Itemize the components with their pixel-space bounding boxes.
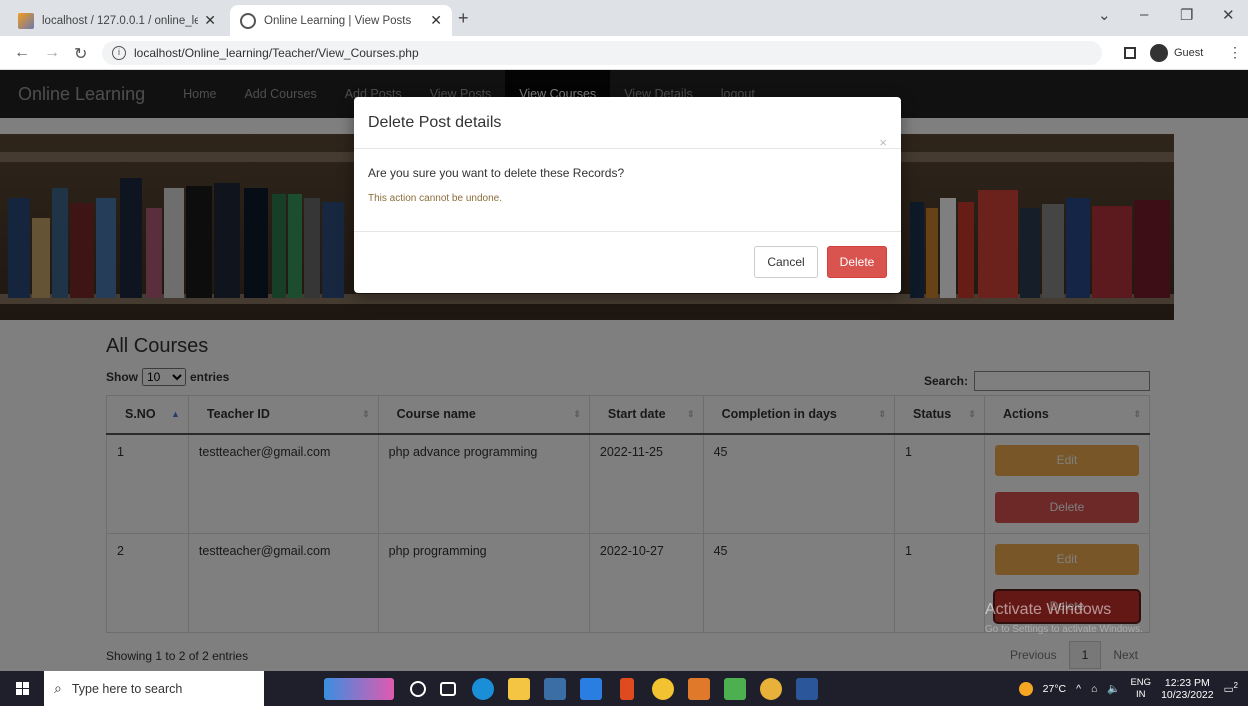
close-tab-icon[interactable]: ✕ [430, 12, 442, 29]
window-close-icon[interactable]: ✕ [1222, 6, 1235, 24]
delete-confirm-modal: Delete Post details × Are you sure you w… [354, 97, 901, 293]
profile-button[interactable]: Guest [1150, 44, 1203, 62]
modal-header: Delete Post details × [354, 97, 901, 150]
modal-message: Are you sure you want to delete these Re… [368, 166, 625, 180]
clock-time: 12:23 PM [1164, 676, 1210, 689]
mail-icon[interactable] [580, 677, 602, 700]
start-button[interactable] [0, 671, 44, 706]
modal-title: Delete Post details [368, 114, 502, 131]
minimize-icon[interactable]: – [1140, 6, 1148, 23]
tray-overflow-icon[interactable]: ^ [1076, 683, 1081, 695]
modal-close-icon[interactable]: × [879, 135, 887, 150]
avatar-icon [1150, 44, 1168, 62]
language-indicator[interactable]: ENG IN [1130, 677, 1151, 701]
taskbar-search-placeholder: Type here to search [71, 681, 183, 696]
clock-date: 10/23/2022 [1161, 688, 1214, 701]
chrome-active-icon[interactable] [760, 677, 782, 700]
tab-search-icon[interactable]: ⌄ [1098, 6, 1111, 24]
system-tray: 27°C ^ ⌂ 🔈 ENG IN 12:23 PM 10/23/2022 ▭2 [1018, 671, 1248, 706]
office-icon[interactable] [620, 677, 634, 700]
windows-logo-icon [15, 682, 29, 695]
cortana-icon[interactable] [410, 680, 426, 697]
file-explorer-icon[interactable] [508, 677, 530, 700]
phpmyadmin-icon [18, 12, 34, 29]
windows-taskbar: ⌕ Type here to search 27°C ^ ⌂ 🔈 ENG IN 1… [0, 671, 1248, 706]
clock[interactable]: 12:23 PM 10/23/2022 [1161, 677, 1214, 701]
back-icon[interactable]: ← [14, 44, 30, 62]
menu-dots-icon[interactable]: ⋮ [1228, 44, 1242, 61]
forward-icon[interactable]: → [44, 44, 60, 62]
site-info-icon[interactable]: i [112, 46, 126, 60]
profile-label: Guest [1174, 47, 1204, 59]
task-view-icon[interactable] [440, 681, 456, 696]
store-icon[interactable] [544, 677, 566, 700]
notification-count: 2 [1233, 681, 1238, 691]
activate-windows-subtitle: Go to Settings to activate Windows. [985, 624, 1143, 635]
url-field[interactable]: i localhost/Online_learning/Teacher/View… [102, 41, 1102, 65]
cancel-button[interactable]: Cancel [754, 246, 818, 278]
address-bar-row: ← → ↻ i localhost/Online_learning/Teache… [0, 36, 1248, 70]
side-panel-icon[interactable] [1124, 47, 1136, 59]
activate-windows-watermark: Activate Windows [985, 601, 1112, 618]
edge-icon[interactable] [472, 677, 494, 700]
close-tab-icon[interactable]: ✕ [204, 12, 216, 29]
taskbar-search[interactable]: ⌕ Type here to search [44, 671, 264, 706]
weather-icon[interactable] [1018, 681, 1033, 696]
url-text: localhost/Online_learning/Teacher/View_C… [134, 46, 419, 60]
globe-icon [240, 12, 256, 29]
xampp-icon[interactable] [688, 677, 710, 700]
modal-body: Are you sure you want to delete these Re… [354, 149, 901, 232]
reload-icon[interactable]: ↻ [74, 44, 87, 64]
new-tab-icon[interactable]: + [458, 8, 469, 29]
tab-view-posts[interactable]: Online Learning | View Posts ✕ [230, 5, 452, 36]
tab-phpmyadmin[interactable]: localhost / 127.0.0.1 / online_lea ✕ [8, 5, 226, 36]
volume-icon[interactable]: 🔈 [1107, 682, 1120, 695]
chrome-icon[interactable] [652, 677, 674, 700]
search-highlight-icon[interactable] [324, 677, 394, 700]
search-icon: ⌕ [54, 680, 62, 696]
restore-icon[interactable]: ❐ [1180, 6, 1193, 24]
browser-tab-bar: localhost / 127.0.0.1 / online_lea ✕ Onl… [0, 0, 1248, 36]
weather-temp[interactable]: 27°C [1043, 683, 1066, 695]
modal-warning: This action cannot be undone. [368, 193, 502, 204]
tab-title: localhost / 127.0.0.1 / online_lea [42, 14, 199, 27]
notification-icon[interactable]: ▭2 [1224, 681, 1238, 696]
tab-title: Online Learning | View Posts [264, 14, 412, 27]
photos-icon[interactable] [724, 677, 746, 700]
modal-footer: Cancel Delete [354, 232, 901, 292]
word-icon[interactable] [796, 677, 818, 700]
network-icon[interactable]: ⌂ [1091, 683, 1097, 695]
confirm-delete-button[interactable]: Delete [827, 246, 887, 278]
